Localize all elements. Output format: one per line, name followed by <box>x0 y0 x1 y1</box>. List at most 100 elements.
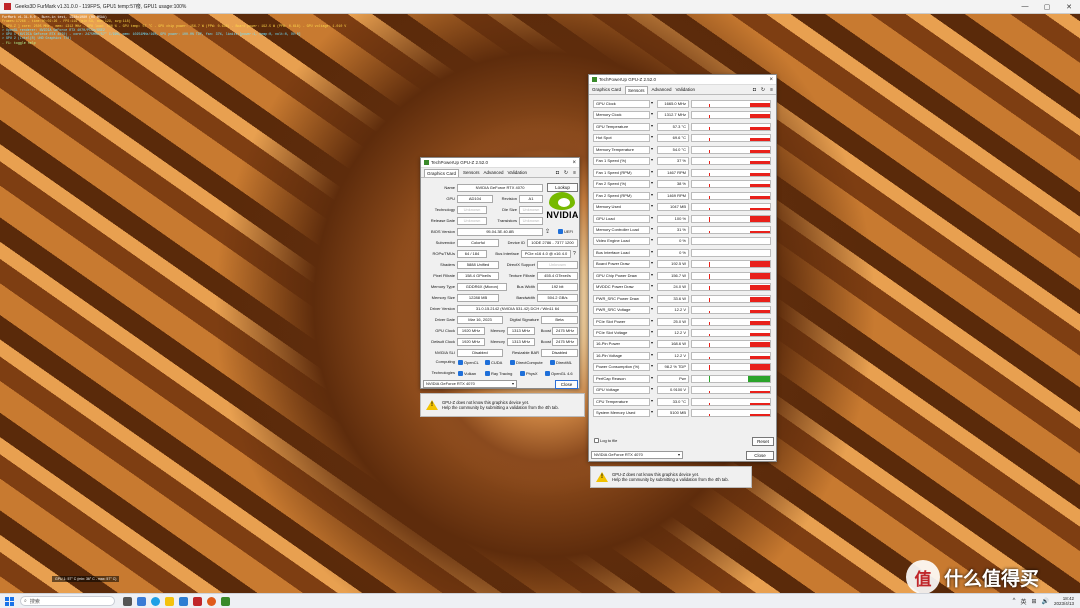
sensor-name[interactable]: 16-Pin Power <box>593 340 650 349</box>
gpu-select[interactable]: NVIDIA GeForce RTX 4070 ▾ <box>591 451 683 459</box>
tab-advanced[interactable]: Advanced <box>484 170 504 175</box>
sensor-name[interactable]: PWR_SRC Power Draw <box>593 294 650 303</box>
camera-icon[interactable]: ◘ <box>753 87 756 93</box>
share-icon[interactable]: ⇪ <box>545 228 550 235</box>
uefi-checkbox[interactable]: UEFI <box>558 229 573 234</box>
taskbar-search[interactable]: ⌕ 搜索 <box>20 596 115 606</box>
chevron-down-icon[interactable]: ▾ <box>651 157 653 162</box>
task-view-icon[interactable] <box>123 596 132 606</box>
sensor-name[interactable]: Memory Controller Load <box>593 225 650 234</box>
chevron-down-icon[interactable]: ▾ <box>651 180 653 185</box>
reset-button[interactable]: Reset <box>752 437 774 446</box>
chevron-down-icon[interactable]: ▾ <box>651 100 653 105</box>
clock[interactable]: 18:42 2023/4/13 <box>1054 596 1074 607</box>
sensor-name[interactable]: Memory Temperature <box>593 145 650 154</box>
sensor-name[interactable]: Fan 1 Speed (%) <box>593 157 650 166</box>
chevron-down-icon[interactable]: ▾ <box>651 352 653 357</box>
store-icon[interactable] <box>179 596 188 606</box>
sensor-name[interactable]: GPU Voltage <box>593 386 650 395</box>
sensor-name[interactable]: MVDDC Power Draw <box>593 283 650 292</box>
sensor-name[interactable]: GPU Load <box>593 214 650 223</box>
sensor-name[interactable]: Video Engine Load <box>593 237 650 246</box>
gpuz-icon[interactable] <box>221 596 230 606</box>
sensor-name[interactable]: PCIe Slot Voltage <box>593 329 650 337</box>
tab-advanced[interactable]: Advanced <box>652 87 672 92</box>
physx-checkbox[interactable]: PhysX <box>520 371 538 376</box>
sensor-name[interactable]: 16-Pin Voltage <box>593 351 650 360</box>
sensor-name[interactable]: PCIe Slot Power <box>593 317 650 326</box>
chevron-down-icon[interactable]: ▾ <box>651 272 653 277</box>
refresh-icon[interactable]: ↻ <box>761 87 765 93</box>
close-button[interactable]: Close <box>746 451 774 460</box>
directcompute-checkbox[interactable]: DirectCompute <box>510 360 543 365</box>
chevron-down-icon[interactable]: ▾ <box>651 249 653 254</box>
refresh-icon[interactable]: ↻ <box>564 170 568 176</box>
ime-icon[interactable]: 英 <box>1020 597 1026 606</box>
sensor-name[interactable]: CPU Temperature <box>593 397 650 406</box>
chevron-down-icon[interactable]: ▾ <box>651 409 653 414</box>
directml-checkbox[interactable]: DirectML <box>550 360 572 365</box>
tab-sensors[interactable]: Sensors <box>625 85 648 94</box>
chevron-down-icon[interactable]: ▾ <box>651 111 653 116</box>
network-icon[interactable]: ⊞ <box>1031 598 1036 605</box>
vulkan-checkbox[interactable]: Vulkan <box>458 371 476 376</box>
sensor-name[interactable]: Board Power Draw <box>593 260 650 269</box>
chevron-down-icon[interactable]: ▾ <box>651 375 653 380</box>
close-button[interactable]: Close <box>555 380 578 389</box>
close-button[interactable]: ✕ <box>1058 3 1080 11</box>
camera-icon[interactable]: ◘ <box>556 170 559 176</box>
chevron-down-icon[interactable]: ▾ <box>651 363 653 368</box>
sensor-name[interactable]: PWR_SRC Voltage <box>593 306 650 315</box>
chevron-down-icon[interactable]: ▾ <box>651 215 653 220</box>
tray-overflow-icon[interactable]: ^ <box>1013 598 1016 604</box>
tab-validation[interactable]: Validation <box>676 87 695 92</box>
cuda-checkbox[interactable]: CUDA <box>485 360 502 365</box>
sensor-name[interactable]: GPU Temperature <box>593 122 650 131</box>
chevron-down-icon[interactable]: ▾ <box>651 146 653 151</box>
menu-icon[interactable]: ≡ <box>770 87 773 93</box>
lookup-button[interactable]: Lookup <box>547 183 578 192</box>
minimize-button[interactable]: — <box>1014 3 1036 11</box>
chevron-down-icon[interactable]: ▾ <box>651 283 653 288</box>
file-explorer-icon[interactable] <box>165 596 174 606</box>
sensor-name[interactable]: Hot Spot <box>593 134 650 143</box>
chevron-down-icon[interactable]: ▾ <box>651 134 653 139</box>
edge-icon[interactable] <box>151 596 160 606</box>
sensor-name[interactable]: System Memory Used <box>593 409 650 418</box>
chevron-down-icon[interactable]: ▾ <box>651 340 653 345</box>
menu-icon[interactable]: ≡ <box>573 170 576 176</box>
close-icon[interactable]: × <box>769 77 773 83</box>
chevron-down-icon[interactable]: ▾ <box>651 203 653 208</box>
opencl-checkbox[interactable]: OpenCL <box>458 360 479 365</box>
chevron-down-icon[interactable]: ▾ <box>651 123 653 128</box>
tab-sensors[interactable]: Sensors <box>463 170 480 175</box>
opengl-checkbox[interactable]: OpenGL 4.6 <box>545 371 573 376</box>
tab-graphics-card[interactable]: Graphics Card <box>592 87 621 92</box>
windows-start-icon[interactable] <box>5 596 14 606</box>
sensor-name[interactable]: GPU Clock <box>593 100 650 108</box>
app-icon[interactable] <box>207 596 216 606</box>
chevron-down-icon[interactable]: ▾ <box>651 226 653 231</box>
bus-help-icon[interactable]: ? <box>573 250 576 258</box>
sensor-name[interactable]: GPU Chip Power Draw <box>593 271 650 280</box>
sensor-name[interactable]: Fan 2 Speed (%) <box>593 180 650 189</box>
sensor-name[interactable]: PerfCap Reason <box>593 374 650 383</box>
sensor-name[interactable]: Memory Clock <box>593 111 650 120</box>
ray-tracing-checkbox[interactable]: Ray Tracing <box>485 371 512 376</box>
chevron-down-icon[interactable]: ▾ <box>651 192 653 197</box>
tab-graphics-card[interactable]: Graphics Card <box>424 168 460 177</box>
chevron-down-icon[interactable]: ▾ <box>651 318 653 323</box>
chevron-down-icon[interactable]: ▾ <box>651 386 653 391</box>
chevron-down-icon[interactable]: ▾ <box>651 260 653 265</box>
sensor-name[interactable]: Fan 1 Speed (RPM) <box>593 168 650 177</box>
maximize-button[interactable]: ▢ <box>1036 3 1058 11</box>
widgets-icon[interactable] <box>137 596 146 606</box>
furmark-icon[interactable] <box>193 596 202 606</box>
sensor-name[interactable]: Bus Interface Load <box>593 248 650 257</box>
log-to-file-checkbox[interactable]: Log to file <box>594 438 617 443</box>
chevron-down-icon[interactable]: ▾ <box>651 398 653 403</box>
chevron-down-icon[interactable]: ▾ <box>651 306 653 311</box>
sensor-name[interactable]: Power Consumption (%) <box>593 363 650 372</box>
gpu-select[interactable]: NVIDIA GeForce RTX 4070 ▾ <box>423 380 517 388</box>
chevron-down-icon[interactable]: ▾ <box>651 295 653 300</box>
